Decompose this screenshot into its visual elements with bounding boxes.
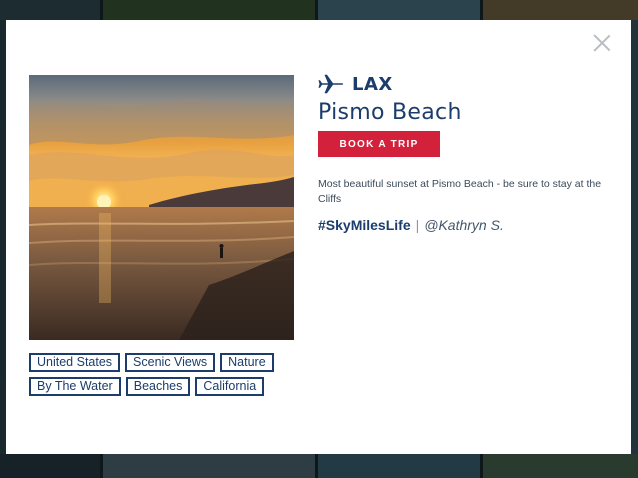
tag-california[interactable]: California <box>195 377 265 396</box>
gallery-tile <box>103 0 318 20</box>
tag-scenic-views[interactable]: Scenic Views <box>125 353 216 372</box>
destination-title: Pismo Beach <box>318 100 462 125</box>
hashtag-link[interactable]: #SkyMilesLife <box>318 217 411 233</box>
photo-description: Most beautiful sunset at Pismo Beach - b… <box>318 178 602 205</box>
gallery-tile <box>0 0 103 20</box>
gallery-tile <box>103 454 318 478</box>
gallery-tile <box>318 454 483 478</box>
book-trip-button[interactable]: BOOK A TRIP <box>318 131 440 157</box>
close-icon[interactable] <box>593 34 611 52</box>
credit-separator: | <box>415 217 420 233</box>
gallery-tile <box>483 454 638 478</box>
tag-by-the-water[interactable]: By The Water <box>29 377 121 396</box>
tag-united-states[interactable]: United States <box>29 353 121 372</box>
origin-airport: LAX <box>352 73 393 95</box>
gallery-tile <box>483 0 638 20</box>
social-credit: #SkyMilesLife | @Kathryn S. <box>318 217 608 233</box>
tag-beaches[interactable]: Beaches <box>125 377 191 396</box>
author-handle[interactable]: @Kathryn S. <box>424 217 504 233</box>
tag-list: United States Scenic Views Nature By The… <box>29 353 309 401</box>
destination-modal: United States Scenic Views Nature By The… <box>6 20 631 454</box>
gallery-tile <box>318 0 483 20</box>
gallery-tile <box>0 454 103 478</box>
sunset-beach-photo <box>29 75 294 340</box>
tag-nature[interactable]: Nature <box>220 353 274 372</box>
plane-icon <box>318 74 344 94</box>
destination-info: LAX Pismo Beach BOOK A TRIP Most beautif… <box>318 72 608 233</box>
